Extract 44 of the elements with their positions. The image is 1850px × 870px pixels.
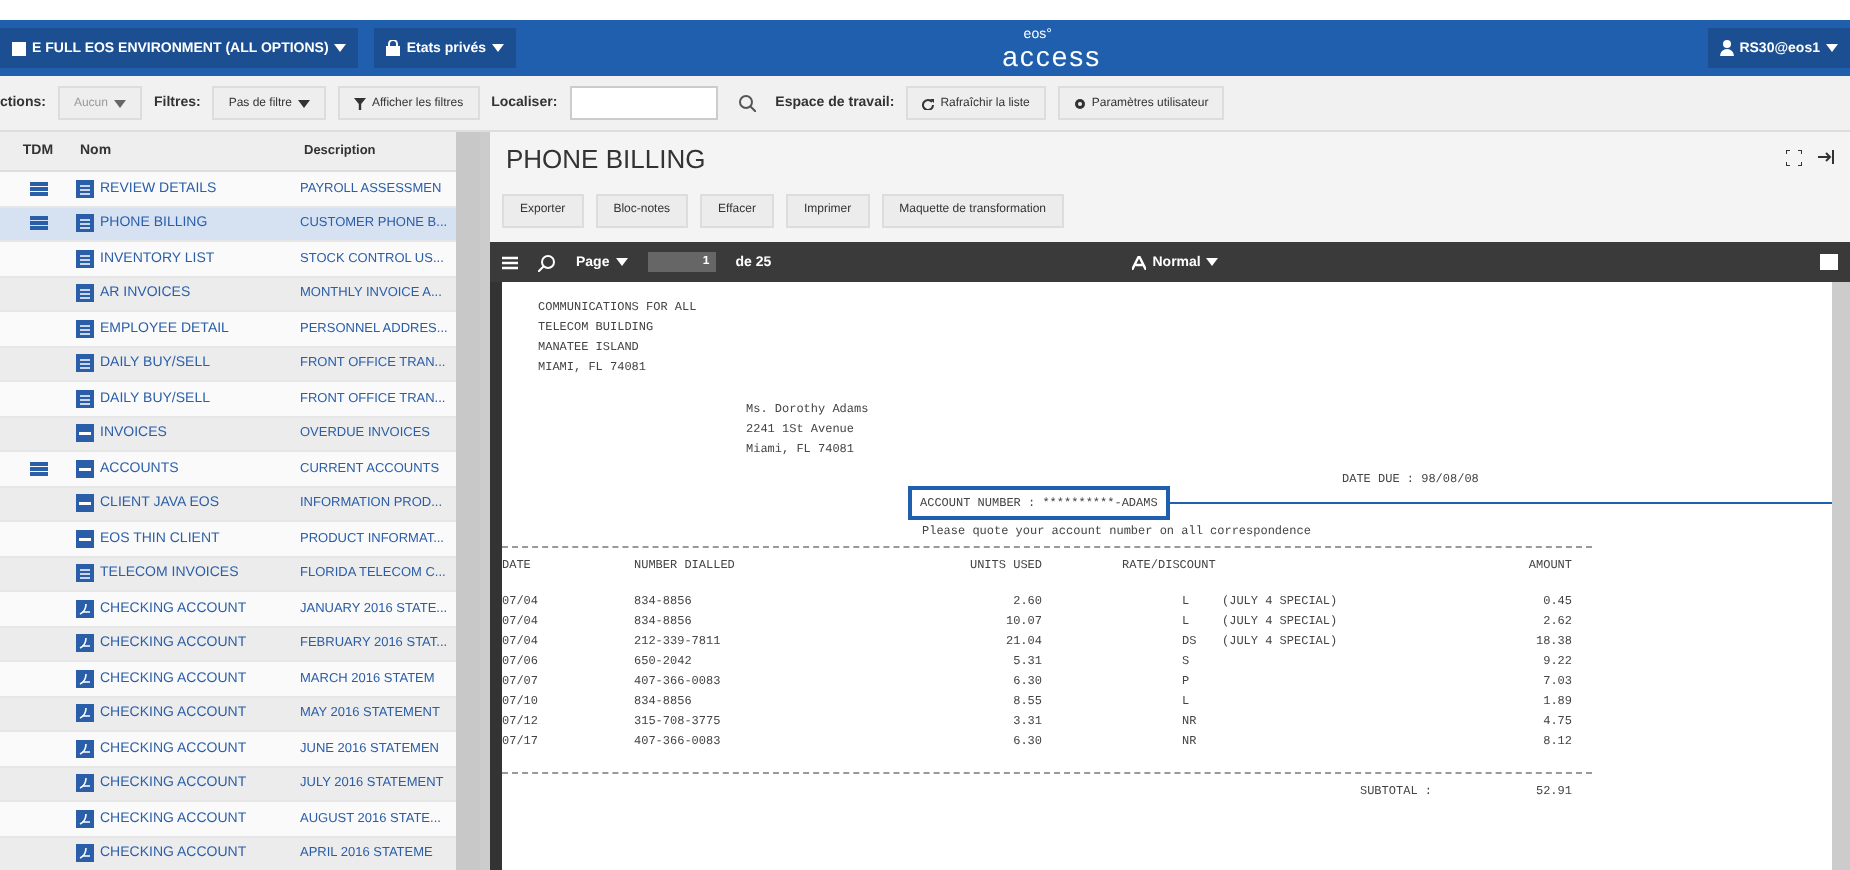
scrollbar[interactable]	[1832, 282, 1850, 870]
pdf-icon	[76, 599, 94, 618]
viewer-title: PHONE BILLING	[506, 143, 706, 173]
font-icon	[1132, 255, 1147, 269]
caret-icon	[1826, 44, 1838, 52]
caret-icon	[334, 44, 347, 52]
caret-icon	[113, 99, 126, 107]
document-icon	[76, 564, 94, 583]
window-icon	[76, 459, 94, 478]
pdf-icon	[76, 634, 94, 653]
caret-icon	[298, 99, 310, 107]
document-icon	[76, 179, 94, 198]
pdf-icon	[76, 774, 94, 793]
pdf-icon	[76, 704, 94, 723]
pdf-icon	[76, 844, 94, 863]
document-icon	[76, 214, 94, 233]
locate-field[interactable]	[569, 86, 718, 120]
gear-icon	[1073, 97, 1086, 109]
pdf-icon	[76, 669, 94, 688]
caret-icon	[615, 258, 628, 266]
logo-text: access	[1002, 41, 1102, 69]
filter-icon	[354, 97, 366, 109]
document-icon	[76, 249, 94, 268]
grid-icon	[12, 41, 26, 55]
search-icon[interactable]	[737, 94, 756, 112]
refresh-icon	[922, 97, 935, 109]
arrow-icon[interactable]	[1818, 150, 1834, 164]
caret-icon	[492, 44, 504, 52]
pdf-icon	[76, 809, 94, 828]
panel-icon[interactable]	[1819, 254, 1838, 270]
document-icon	[76, 284, 94, 303]
document-icon	[76, 319, 94, 338]
lock-icon	[386, 40, 401, 56]
window-icon	[76, 494, 94, 513]
window-icon	[76, 424, 94, 443]
fullscreen-icon[interactable]	[1786, 150, 1802, 166]
pdf-icon	[76, 739, 94, 758]
person-icon	[1719, 40, 1734, 56]
menu-icon[interactable]	[502, 255, 518, 269]
caret-icon	[1206, 258, 1219, 266]
document-icon	[76, 354, 94, 373]
scrollbar[interactable]	[456, 132, 480, 870]
document-icon	[76, 389, 94, 408]
window-icon	[76, 529, 94, 548]
